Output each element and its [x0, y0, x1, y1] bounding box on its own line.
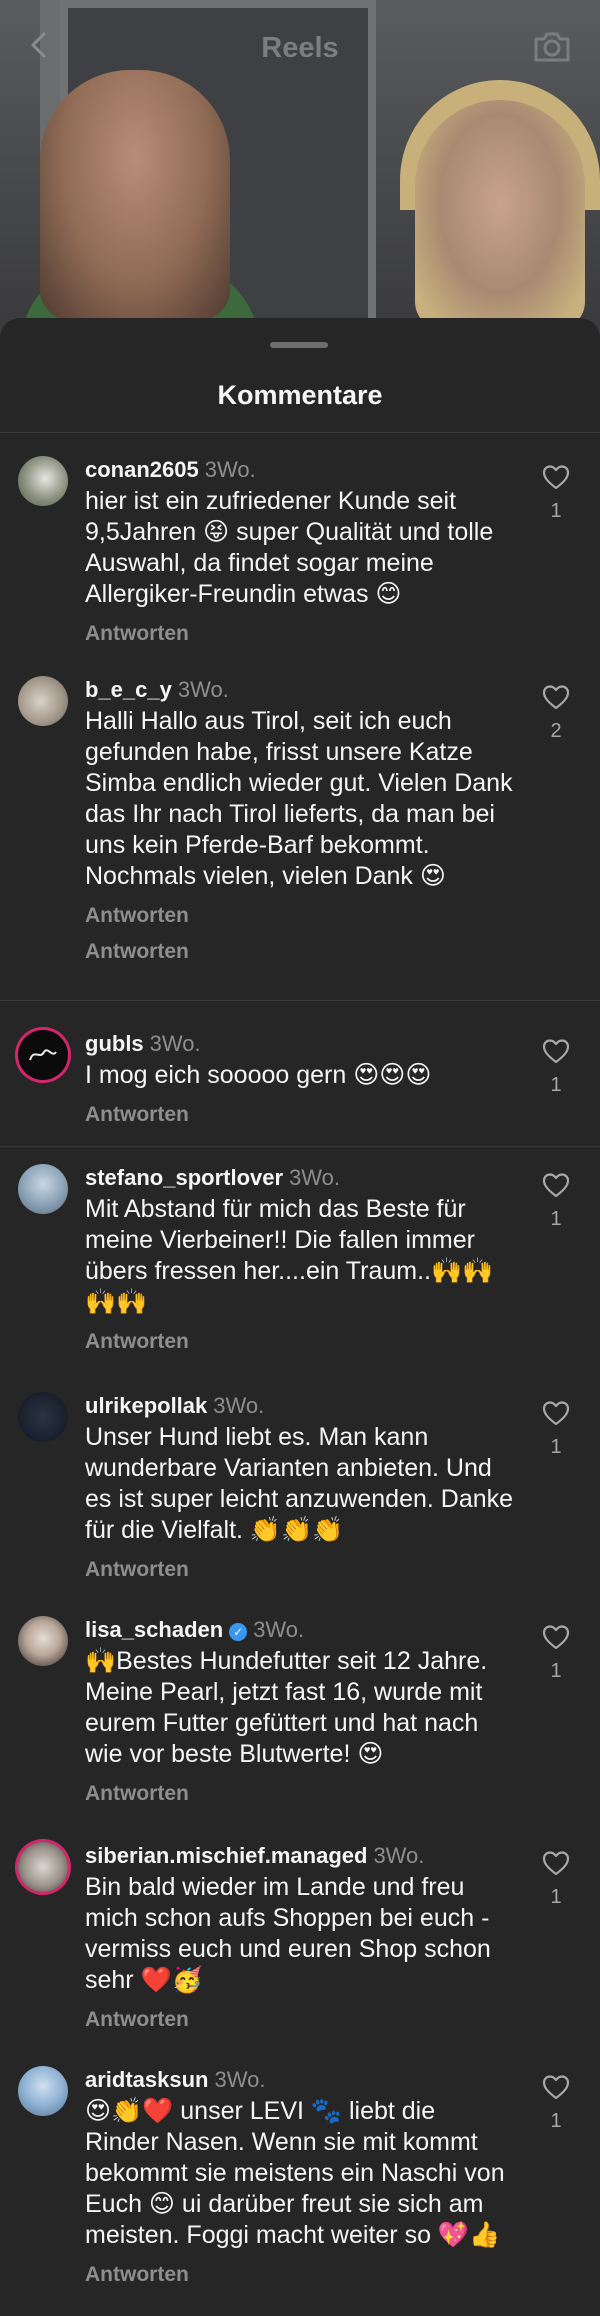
- comment-time: 3Wo.: [373, 1843, 425, 1868]
- like-count: 1: [550, 2110, 562, 2132]
- like-count: 1: [550, 1886, 562, 1908]
- comment-header: siberian.mischief.managed 3Wo.: [85, 1842, 515, 1870]
- comments-sheet: Kommentare conan2605 3Wo. hier ist ein zu…: [0, 318, 600, 2316]
- like-control: 1: [540, 1400, 572, 1459]
- comment-body: gubls 3Wo. I mog eich sooooo gern 😍😍😍 Ant…: [85, 1030, 515, 1127]
- reply-button[interactable]: Antworten: [85, 904, 515, 928]
- heart-icon[interactable]: [542, 1624, 570, 1650]
- comment-text: I mog eich sooooo gern 😍😍😍: [85, 1061, 432, 1089]
- comment-text: Mit Abstand für mich das Beste für meine…: [85, 1195, 494, 1316]
- avatar[interactable]: [18, 1616, 68, 1666]
- reply-button[interactable]: Antworten: [85, 1330, 515, 1354]
- comment-time: 3Wo.: [214, 2067, 266, 2092]
- heart-icon[interactable]: [542, 2074, 570, 2100]
- like-count: 1: [550, 1660, 562, 1682]
- comment-body: b_e_c_y 3Wo. Halli Hallo aus Tirol, seit …: [85, 676, 515, 964]
- gubls-logo-icon: [29, 1049, 57, 1061]
- avatar[interactable]: [18, 1392, 68, 1442]
- comment-header: gubls 3Wo.: [85, 1030, 515, 1058]
- divider: [0, 1146, 600, 1147]
- comment-text: Unser Hund liebt es. Man kann wunderbare…: [85, 1423, 514, 1544]
- reply-button[interactable]: Antworten: [85, 940, 515, 964]
- avatar[interactable]: [18, 456, 68, 506]
- comment-time: 3Wo.: [149, 1031, 201, 1056]
- heart-icon[interactable]: [542, 1400, 570, 1426]
- heart-icon[interactable]: [542, 1850, 570, 1876]
- avatar[interactable]: [18, 2066, 68, 2116]
- comment-header: conan2605 3Wo.: [85, 456, 515, 484]
- username[interactable]: conan2605: [85, 457, 199, 482]
- comment-body: conan2605 3Wo. hier ist ein zufriedener K…: [85, 456, 515, 646]
- like-control: 1: [540, 1850, 572, 1909]
- divider: [0, 432, 600, 433]
- comment-body: ulrikepollak 3Wo. Unser Hund liebt es. Ma…: [85, 1392, 515, 1582]
- comment-header: b_e_c_y 3Wo.: [85, 676, 515, 704]
- like-control: 1: [540, 1624, 572, 1683]
- reply-button[interactable]: Antworten: [85, 1782, 515, 1806]
- username[interactable]: b_e_c_y: [85, 677, 172, 702]
- heart-icon[interactable]: [542, 464, 570, 490]
- like-control: 1: [540, 464, 572, 523]
- comment-header: stefano_sportlover 3Wo.: [85, 1164, 515, 1192]
- username[interactable]: ulrikepollak: [85, 1393, 207, 1418]
- like-control: 1: [540, 1172, 572, 1231]
- heart-icon[interactable]: [542, 1172, 570, 1198]
- comment-time: 3Wo.: [177, 677, 229, 702]
- username[interactable]: aridtasksun: [85, 2067, 209, 2092]
- avatar[interactable]: [18, 676, 68, 726]
- like-control: 2: [540, 684, 572, 743]
- like-control: 1: [540, 2074, 572, 2133]
- like-count: 2: [550, 720, 562, 742]
- reply-button[interactable]: Antworten: [85, 1103, 515, 1127]
- comment-header: aridtasksun 3Wo.: [85, 2066, 515, 2094]
- divider: [0, 1000, 600, 1001]
- comment-text: 🙌Bestes Hundefutter seit 12 Jahre. Meine…: [85, 1647, 488, 1768]
- username[interactable]: gubls: [85, 1031, 144, 1056]
- reels-title: Reels: [261, 32, 339, 64]
- like-count: 1: [550, 500, 562, 522]
- avatar[interactable]: [18, 1030, 68, 1080]
- camera-icon[interactable]: [532, 30, 572, 64]
- like-count: 1: [550, 1436, 562, 1458]
- like-control: 1: [540, 1038, 572, 1097]
- comment-text: hier ist ein zufriedener Kunde seit 9,5J…: [85, 487, 494, 608]
- comment-body: stefano_sportlover 3Wo. Mit Abstand für m…: [85, 1164, 515, 1354]
- comment-time: 3Wo.: [289, 1165, 341, 1190]
- like-count: 1: [550, 1074, 562, 1096]
- avatar[interactable]: [18, 1164, 68, 1214]
- reply-button[interactable]: Antworten: [85, 1558, 515, 1582]
- reply-button[interactable]: Antworten: [85, 622, 515, 646]
- comment-time: 3Wo.: [253, 1617, 305, 1642]
- heart-icon[interactable]: [542, 1038, 570, 1064]
- comment-header: ulrikepollak 3Wo.: [85, 1392, 515, 1420]
- reply-button[interactable]: Antworten: [85, 2008, 515, 2032]
- person-right: [415, 100, 585, 330]
- username[interactable]: siberian.mischief.managed: [85, 1843, 367, 1868]
- username[interactable]: stefano_sportlover: [85, 1165, 283, 1190]
- comment-body: aridtasksun 3Wo. 😍👏❤️ unser LEVI 🐾 liebt …: [85, 2066, 515, 2287]
- username[interactable]: lisa_schaden: [85, 1617, 223, 1642]
- reply-button[interactable]: Antworten: [85, 2263, 515, 2287]
- comment-text: 😍👏❤️ unser LEVI 🐾 liebt die Rinder Nasen…: [85, 2097, 505, 2249]
- comment-header: lisa_schaden ✓ 3Wo.: [85, 1616, 515, 1644]
- like-count: 1: [550, 1208, 562, 1230]
- avatar[interactable]: [18, 1842, 68, 1892]
- sheet-grabber[interactable]: [270, 342, 328, 348]
- comment-time: 3Wo.: [213, 1393, 265, 1418]
- person-left: [40, 70, 230, 320]
- comment-body: lisa_schaden ✓ 3Wo. 🙌Bestes Hundefutter se…: [85, 1616, 515, 1806]
- reels-top-bar: Reels: [0, 0, 600, 100]
- verified-badge-icon: ✓: [229, 1623, 248, 1641]
- comment-body: siberian.mischief.managed 3Wo. Bin bald w…: [85, 1842, 515, 2032]
- sheet-title: Kommentare: [217, 380, 383, 410]
- heart-icon[interactable]: [542, 684, 570, 710]
- comment-text: Bin bald wieder im Lande und freu mich s…: [85, 1873, 491, 1994]
- comment-time: 3Wo.: [204, 457, 256, 482]
- comment-text: Halli Hallo aus Tirol, seit ich euch gef…: [85, 707, 513, 890]
